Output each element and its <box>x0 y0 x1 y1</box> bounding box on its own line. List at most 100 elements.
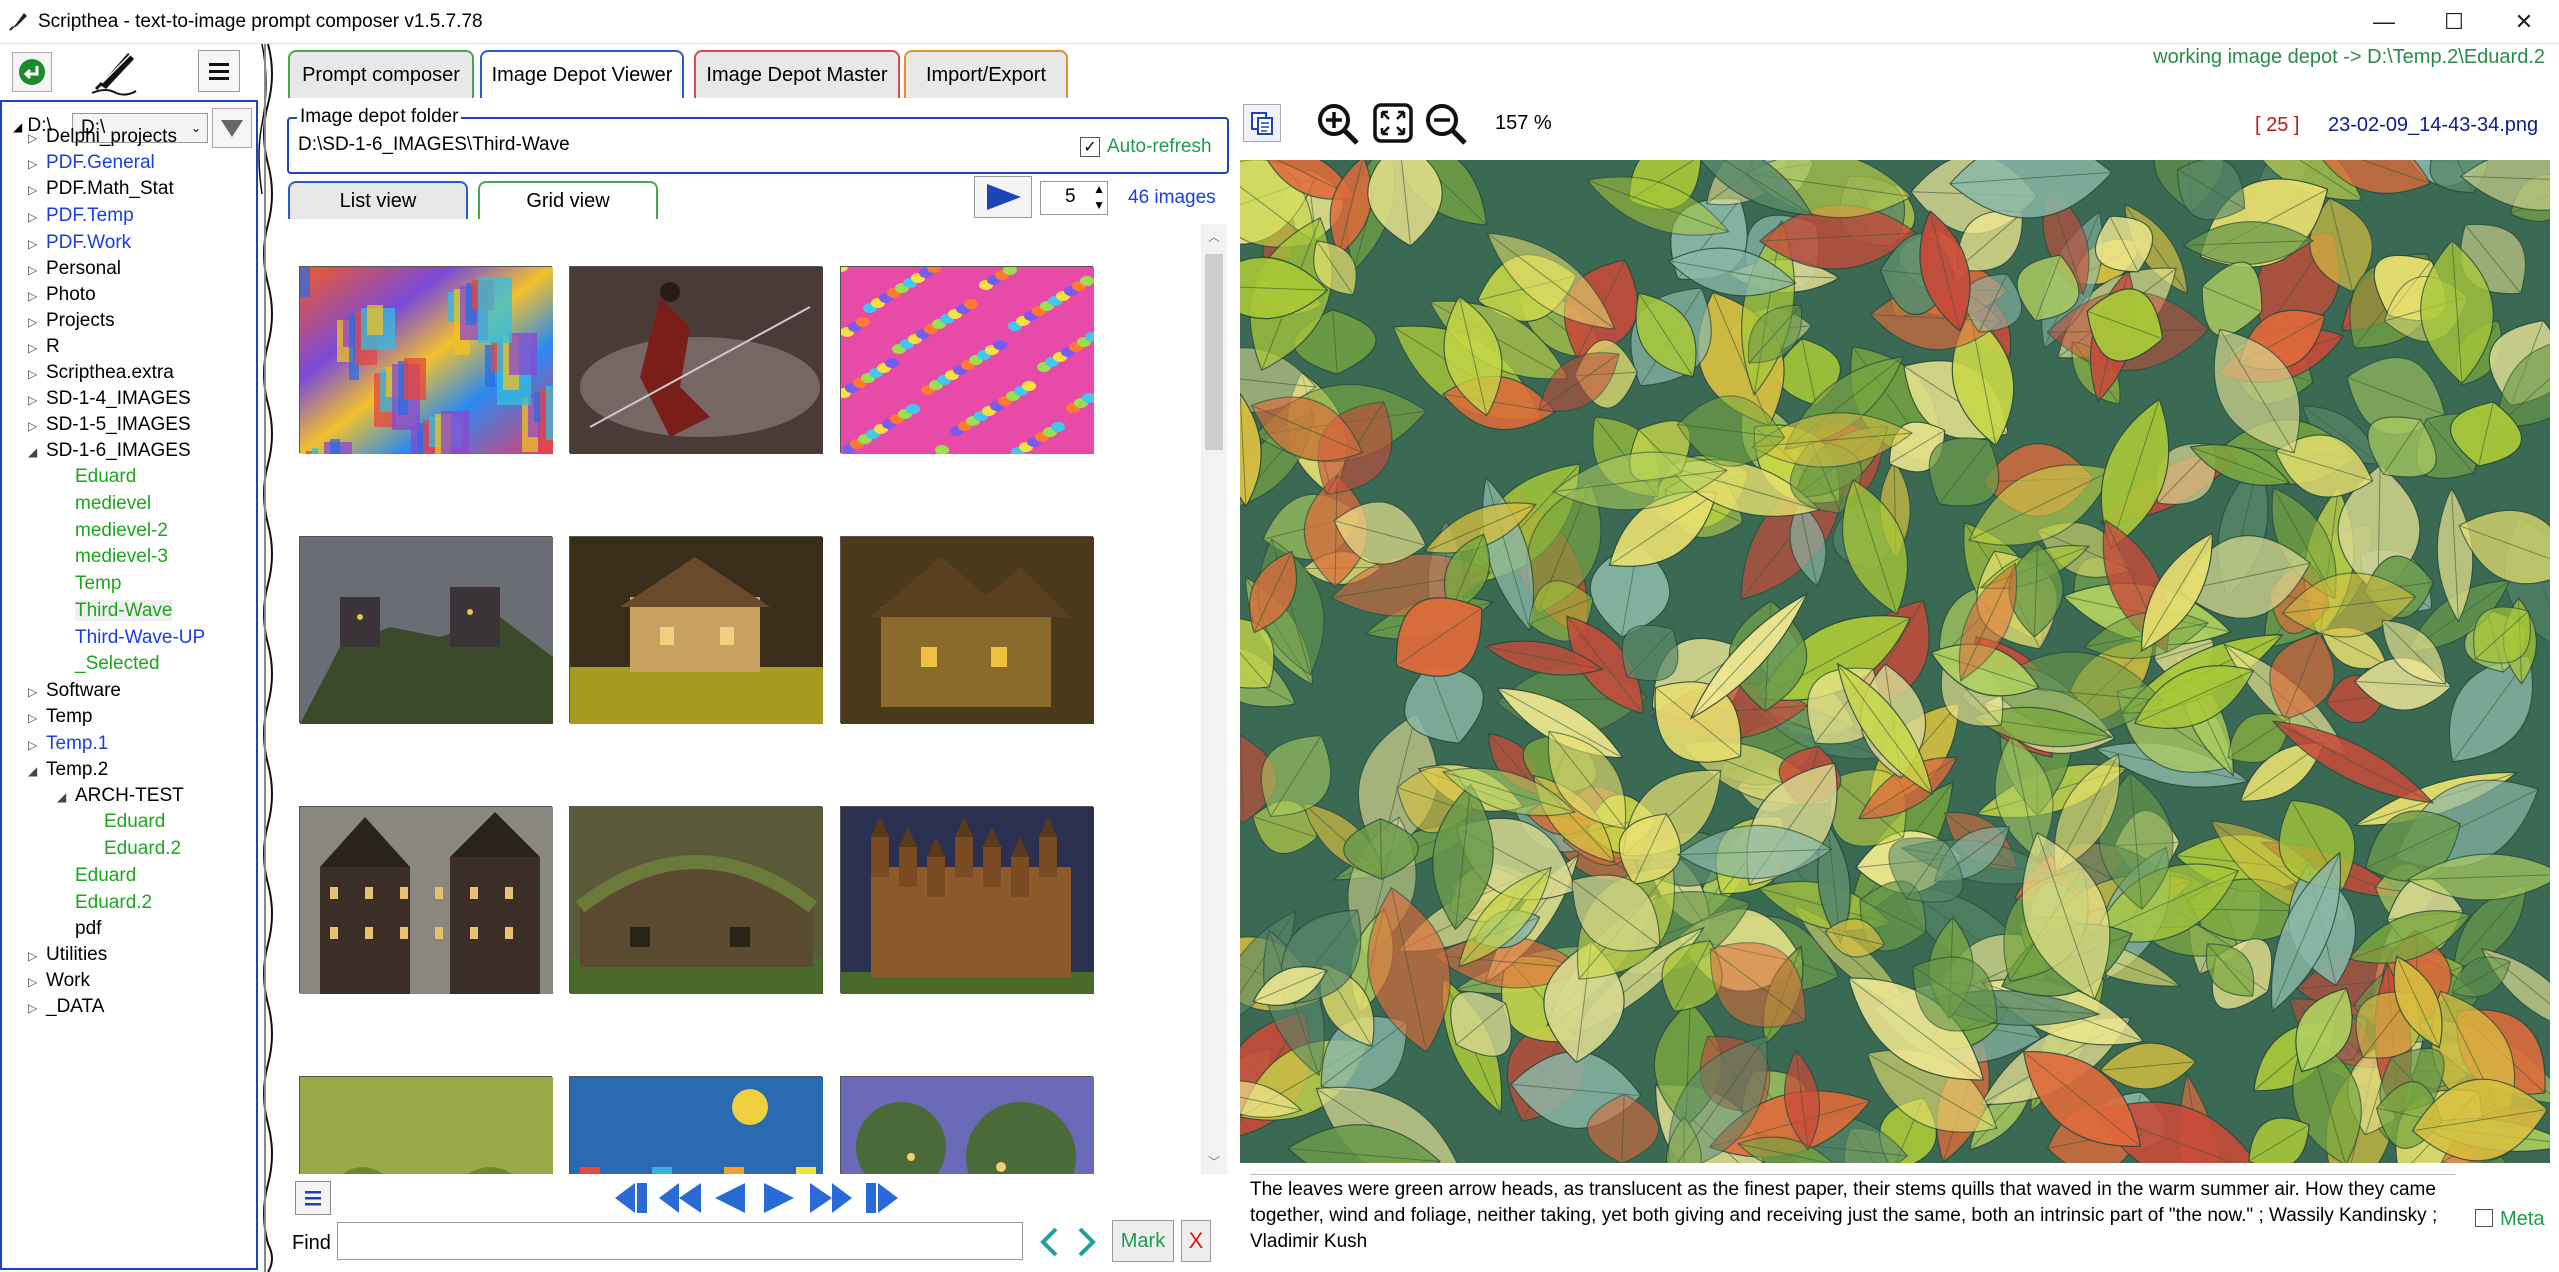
tree-item-pdf[interactable]: pdf <box>75 916 101 942</box>
tree-item-medievel-3[interactable]: medievel-3 <box>75 544 168 570</box>
maximize-button[interactable]: ☐ <box>2419 0 2489 44</box>
tab-import-export[interactable]: Import/Export <box>904 50 1068 98</box>
find-input[interactable] <box>337 1222 1023 1260</box>
expand-triangle-icon[interactable]: ▷ <box>28 995 46 1021</box>
find-next-icon[interactable] <box>1074 1226 1098 1258</box>
tree-item-pdf-temp[interactable]: ▷ PDF.Temp <box>28 203 134 229</box>
filter-button[interactable] <box>212 108 252 148</box>
expand-triangle-icon[interactable]: ▷ <box>28 125 46 151</box>
image-preview[interactable] <box>1240 160 2550 1163</box>
tree-item-temp[interactable]: ▷ Temp <box>28 704 92 730</box>
tree-item-eduard-2[interactable]: Eduard.2 <box>104 836 181 862</box>
tree-item-pdf-general[interactable]: ▷ PDF.General <box>28 150 155 176</box>
grid-menu-button[interactable] <box>295 1181 331 1215</box>
thumbnail-green-huts[interactable] <box>299 1076 553 1174</box>
stepper-up-icon[interactable]: ▲ <box>1093 182 1105 196</box>
expand-triangle-icon[interactable]: ▷ <box>28 361 46 387</box>
tree-item-r[interactable]: ▷ R <box>28 334 60 360</box>
collapse-triangle-icon[interactable]: ◢ <box>57 784 75 810</box>
next-image-icon[interactable] <box>762 1180 796 1216</box>
tree-item-medievel[interactable]: medievel <box>75 491 151 517</box>
minimize-button[interactable]: — <box>2349 0 2419 44</box>
collapse-triangle-icon[interactable]: ◢ <box>28 758 46 784</box>
tree-item-delphi-projects[interactable]: ▷ Delphi_projects <box>28 124 177 150</box>
play-slideshow-button[interactable] <box>974 176 1032 218</box>
tree-item-personal[interactable]: ▷ Personal <box>28 256 121 282</box>
zoom-in-icon[interactable] <box>1316 102 1360 146</box>
collapse-triangle-icon[interactable]: ◢ <box>28 439 46 465</box>
thumbnail-abstract-rainbow[interactable] <box>299 266 580 517</box>
expand-triangle-icon[interactable]: ▷ <box>28 387 46 413</box>
quill-pen-button[interactable] <box>84 46 142 98</box>
thumbnail-dark-towers[interactable] <box>299 806 553 994</box>
tree-item-photo[interactable]: ▷ Photo <box>28 282 96 308</box>
tree-item-eduard-2[interactable]: Eduard.2 <box>75 890 152 916</box>
grid-scrollbar[interactable]: ︿ ﹀ <box>1201 224 1227 1174</box>
thumbnail-samurai-warrior[interactable] <box>569 266 823 454</box>
tree-item-scripthea-extra[interactable]: ▷ Scripthea.extra <box>28 360 174 386</box>
tree-item-third-wave[interactable]: Third-Wave <box>75 598 173 624</box>
tab-image-depot-master[interactable]: Image Depot Master <box>694 50 900 98</box>
thumbnail-cliff-castle[interactable] <box>299 536 553 724</box>
fast-forward-icon[interactable] <box>806 1180 854 1216</box>
find-previous-icon[interactable] <box>1038 1226 1062 1258</box>
tree-item-eduard[interactable]: Eduard <box>75 863 136 889</box>
tree-item-pdf-math-stat[interactable]: ▷ PDF.Math_Stat <box>28 176 174 202</box>
expand-triangle-icon[interactable]: ▷ <box>28 943 46 969</box>
tree-item-software[interactable]: ▷ Software <box>28 678 121 704</box>
expand-triangle-icon[interactable]: ▷ <box>28 679 46 705</box>
tree-item-sd-1-4-images[interactable]: ▷ SD-1-4_IMAGES <box>28 386 191 412</box>
tree-item-eduard[interactable]: Eduard <box>75 464 136 490</box>
expand-triangle-icon[interactable]: ▷ <box>28 969 46 995</box>
tab-image-depot-viewer[interactable]: Image Depot Viewer <box>480 50 684 98</box>
tree-item-eduard[interactable]: Eduard <box>104 809 165 835</box>
thumbnail-moss-house[interactable] <box>569 806 823 994</box>
expand-triangle-icon[interactable]: ▷ <box>28 231 46 257</box>
thumbnail-brown-castle[interactable] <box>840 806 1094 994</box>
tree-item-pdf-work[interactable]: ▷ PDF.Work <box>28 230 131 256</box>
tree-item-sd-1-5-images[interactable]: ▷ SD-1-5_IMAGES <box>28 412 191 438</box>
tree-item-temp[interactable]: Temp <box>75 571 121 597</box>
interval-stepper[interactable]: 5 ▲ ▼ <box>1040 181 1108 215</box>
panel-splitter[interactable] <box>258 44 280 1272</box>
close-window-button[interactable]: ✕ <box>2489 0 2559 44</box>
scroll-up-icon[interactable]: ︿ <box>1208 228 1220 245</box>
back-button[interactable] <box>12 52 52 92</box>
expand-triangle-icon[interactable]: ▷ <box>28 335 46 361</box>
tree-item-projects[interactable]: ▷ Projects <box>28 308 115 334</box>
expand-triangle-icon[interactable]: ▷ <box>28 413 46 439</box>
tab-list-view[interactable]: List view <box>288 181 468 219</box>
tree-item-medievel-2[interactable]: medievel-2 <box>75 518 168 544</box>
meta-checkbox[interactable] <box>2475 1209 2493 1227</box>
tree-item-third-wave-up[interactable]: Third-Wave-UP <box>75 625 205 651</box>
tree-item-temp-1[interactable]: ▷ Temp.1 <box>28 731 108 757</box>
tree-item--data[interactable]: ▷ _DATA <box>28 994 104 1020</box>
first-image-icon[interactable] <box>613 1180 651 1216</box>
tab-prompt-composer[interactable]: Prompt composer <box>288 50 474 98</box>
stepper-down-icon[interactable]: ▼ <box>1093 198 1105 212</box>
tree-item-temp-2[interactable]: ◢ Temp.2 <box>28 757 108 783</box>
expand-triangle-icon[interactable]: ▷ <box>28 283 46 309</box>
zoom-out-icon[interactable] <box>1424 102 1468 146</box>
fast-back-icon[interactable] <box>657 1180 705 1216</box>
clear-marks-button[interactable]: X <box>1181 1220 1211 1262</box>
tree-item-arch-test[interactable]: ◢ ARCH-TEST <box>57 783 184 809</box>
folder-path-field[interactable]: D:\SD-1-6_IMAGES\Third-Wave <box>298 134 570 156</box>
tree-item-sd-1-6-images[interactable]: ◢ SD-1-6_IMAGES <box>28 438 191 464</box>
thumbnail-grid[interactable] <box>287 224 1202 1174</box>
auto-refresh-checkbox[interactable]: ✓ <box>1080 137 1100 157</box>
expand-triangle-icon[interactable]: ▷ <box>28 204 46 230</box>
thumbnail-golden-manor[interactable] <box>840 536 1094 724</box>
thumbnail-colorful-village[interactable] <box>569 1076 823 1174</box>
tree-item--selected[interactable]: _Selected <box>75 651 160 677</box>
last-image-icon[interactable] <box>862 1180 900 1216</box>
expand-triangle-icon[interactable]: ▷ <box>28 309 46 335</box>
expand-triangle-icon[interactable]: ▷ <box>28 705 46 731</box>
fit-to-window-icon[interactable] <box>1372 102 1414 144</box>
tree-item-work[interactable]: ▷ Work <box>28 968 90 994</box>
menu-button[interactable] <box>198 50 240 92</box>
copy-button[interactable] <box>1243 104 1281 142</box>
expand-triangle-icon[interactable]: ▷ <box>28 151 46 177</box>
tree-item-utilities[interactable]: ▷ Utilities <box>28 942 107 968</box>
previous-image-icon[interactable] <box>713 1180 747 1216</box>
